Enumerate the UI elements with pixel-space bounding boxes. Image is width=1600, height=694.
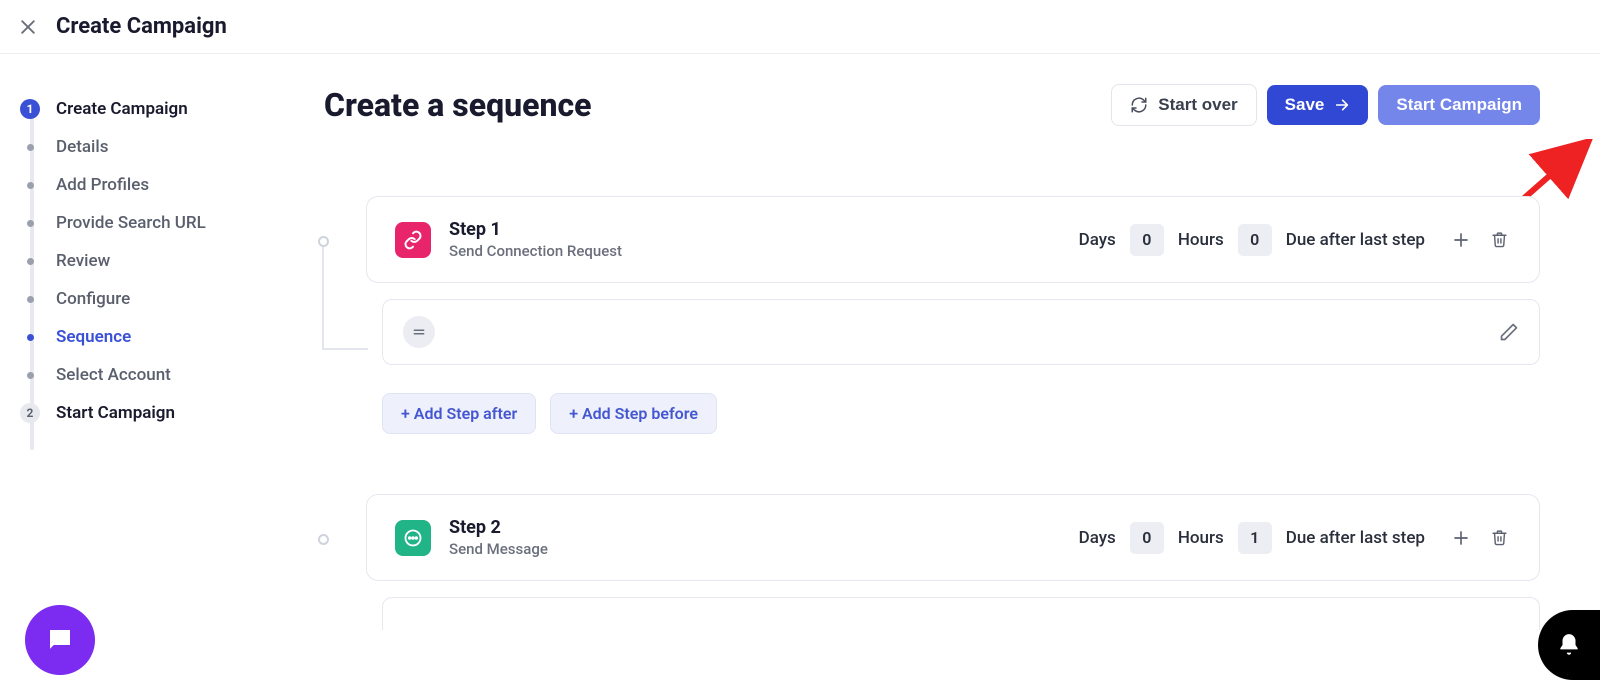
- dot-icon: [20, 289, 40, 309]
- sidebar-item-label: Review: [56, 250, 110, 272]
- step-card: Step 1 Send Connection Request Days 0 Ho…: [366, 196, 1540, 283]
- timeline-line: [322, 246, 324, 350]
- main-content: Create a sequence Start over Save Start …: [300, 54, 1600, 694]
- link-icon: [395, 222, 431, 258]
- dot-icon: [20, 213, 40, 233]
- sidebar-item-provide-search-url[interactable]: Provide Search URL: [20, 212, 280, 234]
- step-title: Step 1: [449, 219, 689, 240]
- sequence-step: Step 1 Send Connection Request Days 0 Ho…: [320, 196, 1540, 434]
- step-content-box[interactable]: [382, 597, 1540, 630]
- start-campaign-button[interactable]: Start Campaign: [1378, 85, 1540, 125]
- step-card: Step 2 Send Message Days 0 Hours 1 Due a…: [366, 494, 1540, 581]
- step-subtitle: Send Connection Request: [449, 242, 689, 260]
- add-step-after-button[interactable]: + Add Step after: [382, 393, 536, 434]
- chat-icon: [45, 625, 75, 655]
- wizard-sidebar: 1 Create Campaign Details Add Profiles P…: [0, 54, 300, 694]
- hours-label: Hours: [1178, 230, 1224, 250]
- button-label: Start Campaign: [1396, 95, 1522, 115]
- sidebar-item-label: Start Campaign: [56, 402, 175, 424]
- button-label: Start over: [1158, 95, 1237, 115]
- step-subtitle: Send Message: [449, 540, 689, 558]
- add-step-before-button[interactable]: + Add Step before: [550, 393, 717, 434]
- sidebar-item-label: Details: [56, 136, 108, 158]
- sidebar-item-review[interactable]: Review: [20, 250, 280, 272]
- due-label: Due after last step: [1286, 528, 1425, 548]
- hours-input[interactable]: 1: [1238, 522, 1272, 554]
- page-title: Create Campaign: [56, 14, 227, 39]
- timeline-line: [322, 348, 368, 350]
- days-label: Days: [1079, 528, 1116, 548]
- step-number-icon: 2: [20, 403, 40, 423]
- step-title: Step 2: [449, 517, 689, 538]
- chat-fab-button[interactable]: [25, 605, 95, 675]
- plus-icon[interactable]: [1449, 526, 1473, 550]
- dot-icon: [20, 365, 40, 385]
- sequence-step: Step 2 Send Message Days 0 Hours 1 Due a…: [320, 494, 1540, 630]
- sidebar-item-create-campaign[interactable]: 1 Create Campaign: [20, 98, 280, 120]
- due-label: Due after last step: [1286, 230, 1425, 250]
- plus-icon[interactable]: [1449, 228, 1473, 252]
- sidebar-item-details[interactable]: Details: [20, 136, 280, 158]
- days-input[interactable]: 0: [1130, 224, 1164, 256]
- notifications-fab-button[interactable]: [1538, 610, 1600, 680]
- sidebar-item-label: Configure: [56, 288, 130, 310]
- main-title: Create a sequence: [324, 86, 591, 124]
- sidebar-item-start-campaign[interactable]: 2 Start Campaign: [20, 402, 280, 424]
- dot-icon: [20, 175, 40, 195]
- top-bar: Create Campaign: [0, 0, 1600, 54]
- sidebar-item-label: Sequence: [56, 326, 131, 348]
- dot-icon: [20, 327, 40, 347]
- timeline-dot-icon: [318, 236, 329, 247]
- sidebar-item-select-account[interactable]: Select Account: [20, 364, 280, 386]
- timeline-dot-icon: [318, 534, 329, 545]
- step-number-icon: 1: [20, 99, 40, 119]
- pencil-icon[interactable]: [1499, 322, 1519, 342]
- hours-label: Hours: [1178, 528, 1224, 548]
- refresh-icon: [1130, 96, 1148, 114]
- dot-icon: [20, 137, 40, 157]
- drag-handle-icon[interactable]: [403, 316, 435, 348]
- save-button[interactable]: Save: [1267, 85, 1369, 125]
- message-icon: [395, 520, 431, 556]
- button-label: Save: [1285, 95, 1325, 115]
- sidebar-rail: [30, 110, 34, 450]
- start-over-button[interactable]: Start over: [1111, 84, 1256, 126]
- days-input[interactable]: 0: [1130, 522, 1164, 554]
- trash-icon[interactable]: [1487, 228, 1511, 252]
- close-icon[interactable]: [18, 17, 38, 37]
- hours-input[interactable]: 0: [1238, 224, 1272, 256]
- dot-icon: [20, 251, 40, 271]
- sidebar-item-label: Create Campaign: [56, 98, 188, 120]
- sidebar-item-label: Provide Search URL: [56, 212, 206, 234]
- action-bar: Start over Save Start Campaign: [1111, 84, 1540, 126]
- sidebar-item-sequence[interactable]: Sequence: [20, 326, 280, 348]
- trash-icon[interactable]: [1487, 526, 1511, 550]
- step-content-box[interactable]: [382, 299, 1540, 365]
- bell-icon: [1556, 632, 1582, 658]
- sidebar-item-label: Select Account: [56, 364, 171, 386]
- sidebar-item-configure[interactable]: Configure: [20, 288, 280, 310]
- arrow-right-icon: [1334, 97, 1350, 113]
- sidebar-item-add-profiles[interactable]: Add Profiles: [20, 174, 280, 196]
- days-label: Days: [1079, 230, 1116, 250]
- sidebar-item-label: Add Profiles: [56, 174, 149, 196]
